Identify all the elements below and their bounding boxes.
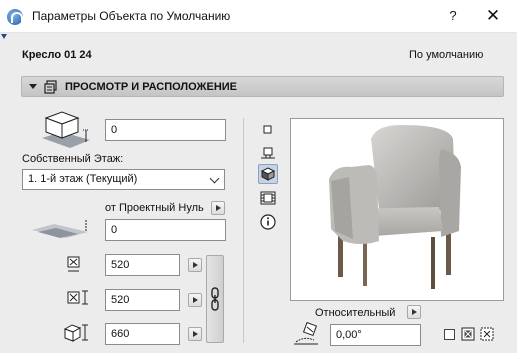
info-button[interactable] <box>258 212 278 232</box>
vertical-divider <box>243 118 244 343</box>
chevron-down-icon <box>209 173 220 184</box>
elevation-icon <box>42 111 90 148</box>
home-story-value: 1. 1-й этаж (Текущий) <box>28 173 138 185</box>
chair-preview-image <box>329 125 461 289</box>
plan-view-button[interactable] <box>258 120 278 140</box>
window-title: Параметры Объекта по Умолчанию <box>32 9 231 23</box>
reference-level-icon <box>32 220 88 238</box>
plan-view-icon <box>263 125 272 134</box>
home-story-dropdown[interactable]: 1. 1-й этаж (Текущий) <box>22 169 225 190</box>
mirror-x-toggle[interactable] <box>461 327 476 342</box>
height-icon <box>63 324 88 342</box>
film-view-icon <box>260 191 276 205</box>
depth-menu-button[interactable] <box>188 293 202 307</box>
rotation-angle-input[interactable]: 0,00° <box>330 324 421 346</box>
lock-proportions-button[interactable] <box>206 255 224 343</box>
rotation-mode-label: Относительный <box>315 307 396 319</box>
rotation-angle-icon <box>294 322 318 345</box>
depth-input[interactable]: 520 <box>105 289 180 311</box>
width-icon <box>67 256 80 272</box>
elevation-input[interactable]: 0 <box>105 119 226 141</box>
archicad-app-icon <box>7 9 23 25</box>
chain-link-icon <box>211 287 219 311</box>
title-bar: Параметры Объекта по Умолчанию ? ✕ <box>0 0 517 33</box>
section-view-icon <box>261 147 275 159</box>
panel-pin-icon <box>1 34 7 39</box>
width-input[interactable]: 520 <box>105 254 180 276</box>
reference-offset-input[interactable]: 0 <box>105 219 226 241</box>
info-icon <box>260 214 276 230</box>
width-menu-button[interactable] <box>188 258 202 272</box>
mirror-y-toggle[interactable] <box>480 327 495 342</box>
default-label: По умолчанию <box>409 49 484 61</box>
help-button[interactable]: ? <box>442 6 464 26</box>
section-header[interactable]: ПРОСМОТР И РАСПОЛОЖЕНИЕ <box>21 76 504 97</box>
collapse-arrow-icon[interactable] <box>29 84 37 89</box>
floor-plan-icon <box>44 80 57 94</box>
3d-view-button[interactable] <box>258 164 278 184</box>
reference-label: от Проектный Нуль <box>105 202 204 214</box>
depth-icon <box>67 290 88 305</box>
section-title: ПРОСМОТР И РАСПОЛОЖЕНИЕ <box>65 81 238 93</box>
object-preview[interactable] <box>290 118 504 301</box>
reference-menu-button[interactable] <box>211 201 225 215</box>
rotation-mode-button[interactable] <box>407 305 421 319</box>
height-menu-button[interactable] <box>188 327 202 341</box>
close-button[interactable]: ✕ <box>482 6 504 26</box>
home-story-label: Собственный Этаж: <box>22 153 124 165</box>
mirror-none-checkbox[interactable] <box>444 329 455 340</box>
height-input[interactable]: 660 <box>105 323 180 345</box>
film-view-button[interactable] <box>258 188 278 208</box>
3d-view-icon <box>260 167 276 181</box>
section-view-button[interactable] <box>258 143 278 163</box>
object-name: Кресло 01 24 <box>22 49 92 61</box>
